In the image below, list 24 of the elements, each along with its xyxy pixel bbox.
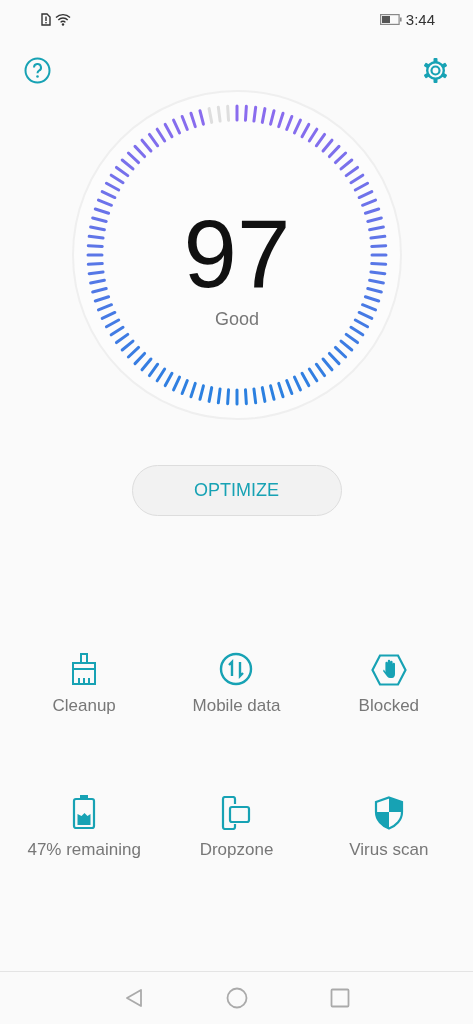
battery-icon [379, 13, 402, 25]
devices-icon[interactable] [221, 796, 252, 830]
back-icon[interactable] [123, 988, 144, 1008]
recents-icon[interactable] [329, 988, 350, 1008]
settings-icon[interactable] [422, 56, 449, 84]
tool-label[interactable]: Blocked [358, 696, 420, 716]
clock-time: 3:44 [405, 10, 435, 28]
tool-label[interactable]: Mobile data [192, 696, 281, 716]
battery-level-icon[interactable] [72, 794, 97, 830]
shield-icon[interactable] [373, 796, 404, 830]
gauge-empty-ticks [207, 104, 230, 124]
tool-label[interactable]: Dropzone [199, 840, 274, 860]
sim-alert-icon [41, 12, 51, 26]
hand-stop-icon[interactable] [370, 654, 407, 686]
score-value: 97 [183, 200, 290, 307]
help-icon[interactable] [24, 56, 51, 84]
transfer-arrows-icon[interactable] [219, 652, 254, 686]
home-icon[interactable] [225, 987, 248, 1009]
wifi-icon [55, 12, 71, 26]
optimize-button[interactable]: OPTIMIZE [131, 465, 342, 516]
tool-label[interactable]: Cleanup [52, 696, 116, 716]
tool-label[interactable]: 47% remaining [27, 840, 141, 860]
tool-label[interactable]: Virus scan [349, 840, 429, 860]
score-rating: Good [214, 309, 259, 329]
